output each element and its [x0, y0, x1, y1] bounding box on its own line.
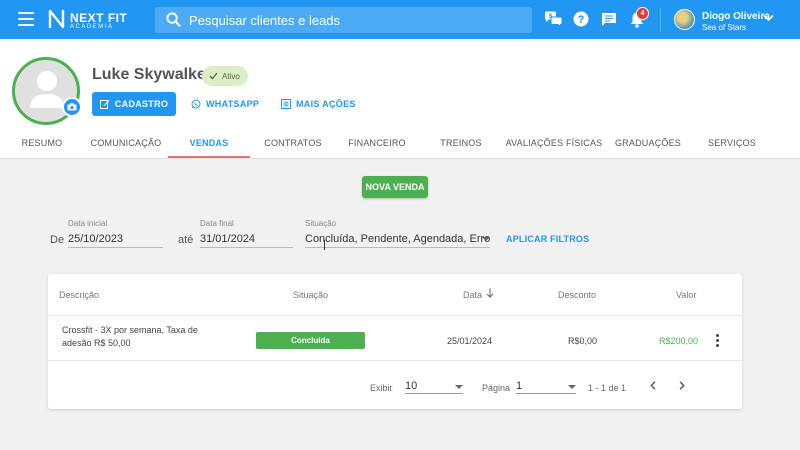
- text-cursor: [324, 240, 327, 250]
- logo-icon: [48, 9, 65, 29]
- user-avatar[interactable]: [674, 9, 695, 30]
- tab-avaliacoes-fisicas[interactable]: AVALIAÇÕES FÍSICAS: [504, 127, 604, 158]
- more-actions-label: MAIS AÇÕES: [296, 99, 356, 109]
- dropdown-arrow-icon: [455, 385, 463, 389]
- tab-contratos[interactable]: CONTRATOS: [254, 127, 332, 158]
- column-header-situacao: Situação: [293, 290, 329, 300]
- sales-table: Descrição Situação Data Desconto Valor C…: [48, 274, 742, 409]
- end-date-label: Data final: [200, 219, 234, 228]
- start-date-label: Data inicial: [68, 219, 108, 228]
- status-badge: Ativo: [202, 66, 248, 86]
- page-select[interactable]: 1: [516, 378, 576, 394]
- search-icon: [166, 12, 181, 27]
- sale-status-badge: Concluída: [256, 332, 365, 349]
- divider: [48, 360, 742, 361]
- active-tab-indicator: [168, 156, 250, 158]
- whatsapp-button[interactable]: WHATSAPP: [191, 92, 259, 116]
- check-icon: [209, 72, 218, 80]
- from-label: De: [50, 234, 65, 246]
- tab-comunicacao[interactable]: COMUNICAÇÃO: [86, 127, 166, 158]
- chevron-left-icon: [650, 380, 656, 390]
- brand-subtitle: ACADEMIA: [70, 24, 114, 30]
- sale-description: Crossfit - 3X por semana, Taxa de adesão…: [62, 325, 198, 348]
- menu-icon[interactable]: [18, 12, 34, 26]
- page-label: Página: [482, 383, 511, 393]
- rows-per-page-value: 10: [405, 379, 418, 392]
- previous-page-button[interactable]: [646, 378, 660, 392]
- page-value: 1: [516, 379, 523, 392]
- person-icon: [30, 71, 64, 108]
- edit-icon: [99, 100, 110, 109]
- tab-resumo[interactable]: RESUMO: [14, 127, 70, 158]
- sort-arrow-down-icon[interactable]: [486, 288, 494, 298]
- status-filter-value: Concluída, Pendente, Agendada, Erro: [305, 232, 491, 245]
- start-date-field[interactable]: 25/10/2023: [68, 230, 163, 248]
- tab-vendas[interactable]: VENDAS: [168, 127, 250, 158]
- list-icon: [281, 99, 291, 109]
- whatsapp-icon: [191, 99, 201, 109]
- brand-name: NEXT FIT: [70, 11, 128, 25]
- tab-graduacoes[interactable]: GRADUAÇÕES: [612, 127, 684, 158]
- user-name[interactable]: Diogo Oliveira: [702, 11, 770, 22]
- sale-discount: R$0,00: [568, 336, 598, 346]
- message-icon[interactable]: [599, 9, 619, 29]
- more-actions-button[interactable]: MAIS AÇÕES: [281, 92, 356, 116]
- more-options-icon[interactable]: [714, 334, 720, 348]
- apply-filters-button[interactable]: APLICAR FILTROS: [506, 231, 589, 247]
- dropdown-arrow-icon: [568, 385, 576, 389]
- svg-text:?: ?: [578, 14, 585, 26]
- divider: [660, 8, 661, 32]
- status-filter-select[interactable]: Concluída, Pendente, Agendada, Erro: [305, 230, 490, 248]
- sale-value: R$200,00: [659, 336, 699, 346]
- notification-badge: 4: [636, 7, 649, 20]
- user-subtitle: Sea of Stars: [702, 23, 747, 32]
- client-name: Luke Skywalker: [92, 66, 213, 83]
- help-icon[interactable]: ?: [571, 9, 591, 29]
- top-bar: NEXT FIT ACADEMIA $ ? 4: [0, 0, 800, 39]
- cadastro-button[interactable]: CADASTRO: [92, 92, 176, 116]
- cadastro-label: CADASTRO: [114, 99, 169, 109]
- chevron-down-icon[interactable]: [763, 14, 774, 22]
- column-header-descricao: Descrição: [59, 290, 100, 300]
- profile-tabs: RESUMO COMUNICAÇÃO VENDAS CONTRATOS FINA…: [0, 127, 800, 159]
- until-label: até: [178, 234, 194, 246]
- column-header-desconto: Desconto: [558, 290, 597, 300]
- tab-financeiro[interactable]: FINANCEIRO: [338, 127, 416, 158]
- status-label: Ativo: [222, 71, 240, 81]
- rows-per-page-label: Exibir: [370, 383, 393, 393]
- status-filter-label: Situação: [305, 219, 337, 228]
- end-date-field[interactable]: 31/01/2024: [200, 230, 293, 248]
- tab-servicos[interactable]: SERVIÇOS: [694, 127, 770, 158]
- dropdown-arrow-icon: [482, 237, 490, 241]
- page-range: 1 - 1 de 1: [588, 383, 627, 393]
- next-page-button[interactable]: [675, 378, 689, 392]
- camera-icon[interactable]: [62, 97, 82, 117]
- new-sale-button[interactable]: NOVA VENDA: [362, 176, 428, 198]
- search-bar[interactable]: [155, 7, 532, 33]
- chat-bubbles-icon[interactable]: $: [543, 9, 563, 29]
- search-input[interactable]: [189, 7, 519, 33]
- sale-date: 25/01/2024: [447, 336, 493, 346]
- column-header-data[interactable]: Data: [463, 290, 482, 300]
- column-header-valor: Valor: [676, 290, 697, 300]
- chevron-right-icon: [679, 380, 685, 390]
- whatsapp-label: WHATSAPP: [206, 99, 260, 109]
- divider: [48, 315, 742, 316]
- tab-treinos[interactable]: TREINOS: [426, 127, 496, 158]
